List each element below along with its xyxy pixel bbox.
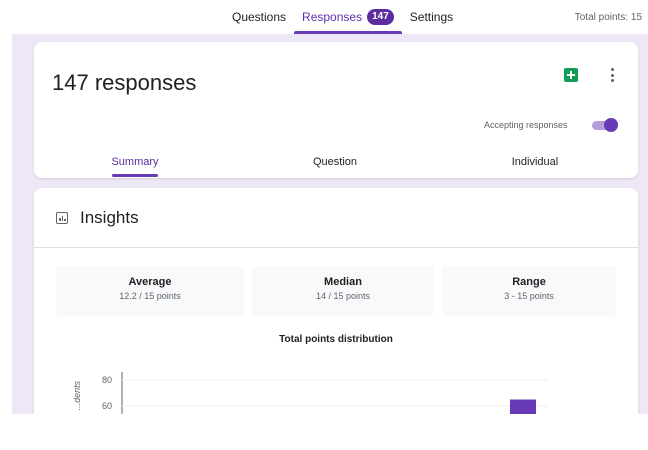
responses-summary-card: 147 responses Accepting responses Summar…: [34, 42, 638, 178]
tab-settings[interactable]: Settings: [402, 0, 461, 34]
insights-title: Insights: [80, 208, 139, 227]
response-view-tabs: Summary Question Individual: [34, 152, 638, 178]
stat-range: Range 3 - 15 points: [442, 266, 616, 316]
tab-questions[interactable]: Questions: [224, 0, 294, 34]
active-tab-indicator: [112, 174, 158, 177]
stat-value: 14 / 15 points: [315, 291, 371, 301]
tab-question[interactable]: Question: [300, 156, 370, 168]
top-bar: Questions Responses 147 Settings Total p…: [0, 0, 648, 34]
y-tick-label: 60: [102, 401, 112, 411]
chart-bar: [510, 399, 536, 414]
y-tick-label: 80: [102, 375, 112, 385]
tab-summary[interactable]: Summary: [104, 156, 166, 168]
stat-median: Median 14 / 15 points: [252, 266, 434, 316]
chart-title: Total points distribution: [279, 334, 393, 345]
more-vert-icon[interactable]: [608, 68, 616, 82]
accepting-responses-toggle[interactable]: [590, 118, 618, 132]
tab-individual[interactable]: Individual: [500, 156, 570, 168]
accepting-responses-label: Accepting responses: [484, 120, 568, 130]
stat-average: Average 12.2 / 15 points: [56, 266, 244, 316]
stat-value: 3 - 15 points: [504, 291, 554, 301]
responses-count-title: 147 responses: [52, 70, 197, 95]
responses-canvas: 147 responses Accepting responses Summar…: [12, 34, 648, 414]
stat-label: Median: [324, 276, 362, 288]
stat-value: 12.2 / 15 points: [119, 291, 181, 301]
total-points: Total points: 15: [574, 12, 642, 23]
responses-count-badge: 147: [367, 9, 394, 25]
stat-label: Average: [128, 276, 172, 288]
stat-label: Range: [512, 276, 546, 288]
points-distribution-chart: 60 80 ...dents: [72, 372, 548, 414]
tab-responses[interactable]: Responses 147: [294, 0, 402, 34]
sheets-icon[interactable]: [564, 68, 578, 82]
form-tabs: Questions Responses 147 Settings: [224, 0, 461, 34]
insights-header: Insights: [34, 188, 638, 248]
insights-card: Insights Average 12.2 / 15 points Median…: [34, 188, 638, 414]
insights-chart-icon: [56, 212, 68, 224]
y-axis-label: ...dents: [72, 380, 82, 410]
